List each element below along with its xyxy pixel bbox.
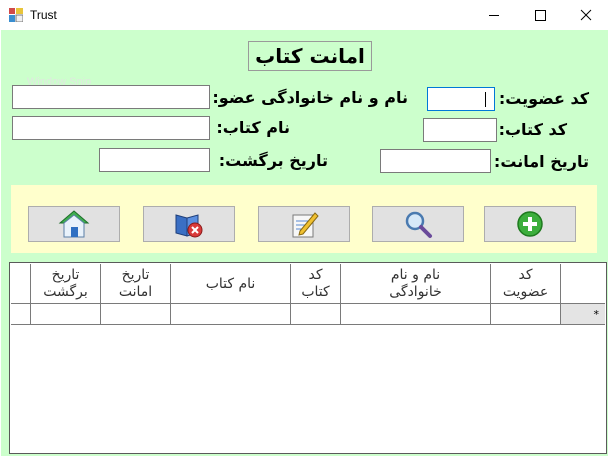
book-code-label: کد کتاب: <box>498 120 567 139</box>
app-icon <box>9 8 23 22</box>
loan-date-input[interactable] <box>380 149 491 173</box>
return-date-input[interactable] <box>99 148 210 172</box>
delete-book-icon <box>175 214 203 238</box>
col-header-return-date[interactable]: تاریخ برگشت <box>31 264 101 304</box>
return-date-label: تاریخ برگشت: <box>218 151 328 170</box>
minimize-button[interactable] <box>471 0 517 30</box>
grid-cell[interactable] <box>101 304 171 325</box>
page-title: امانت کتاب <box>248 41 372 71</box>
edit-button[interactable] <box>258 206 350 242</box>
home-button[interactable] <box>28 206 120 242</box>
grid-cell[interactable] <box>341 304 491 325</box>
member-name-label: نام و نام خانوادگی عضو: <box>212 88 408 107</box>
minimize-icon <box>489 15 499 16</box>
member-code-label: کد عضویت: <box>498 89 589 108</box>
add-button[interactable] <box>484 206 576 242</box>
loans-grid[interactable]: تاریخ برگشت تاریخ امانت نام کتاب کد کتاب… <box>9 262 607 454</box>
col-header-member-code[interactable]: کد عضویت <box>491 264 561 304</box>
close-button[interactable] <box>563 0 609 30</box>
grid-corner-cell <box>11 264 31 304</box>
search-button[interactable] <box>372 206 464 242</box>
col-header-book-code[interactable]: کد کتاب <box>291 264 341 304</box>
window-title: Trust <box>30 8 57 22</box>
grid-cell[interactable] <box>291 304 341 325</box>
book-name-label: نام کتاب: <box>216 118 290 137</box>
member-name-input[interactable] <box>12 85 210 109</box>
member-code-input[interactable] <box>427 87 495 111</box>
home-icon <box>58 210 90 238</box>
close-icon <box>580 9 592 21</box>
book-code-input[interactable] <box>423 118 497 142</box>
search-icon <box>405 211 432 238</box>
add-icon <box>517 211 543 237</box>
col-header-member-name[interactable]: نام و نام خانوادگی <box>341 264 491 304</box>
col-header-book-name[interactable]: نام کتاب <box>171 264 291 304</box>
grid-cell[interactable] <box>491 304 561 325</box>
grid-cell[interactable] <box>31 304 101 325</box>
text-caret <box>485 92 486 107</box>
loan-date-label: تاریخ امانت: <box>493 152 589 171</box>
row-corner-cell <box>11 304 31 325</box>
row-header-column <box>561 264 605 304</box>
form-client-area: امانت کتاب Window Snip کد عضویت: نام و ن… <box>1 30 608 456</box>
toolbar-panel <box>11 185 597 253</box>
title-bar[interactable]: Trust <box>0 0 609 30</box>
maximize-button[interactable] <box>517 0 563 30</box>
maximize-icon <box>535 10 546 21</box>
col-header-loan-date[interactable]: تاریخ امانت <box>101 264 171 304</box>
grid-cell[interactable] <box>171 304 291 325</box>
edit-icon <box>292 212 319 238</box>
new-row-header[interactable]: * <box>561 304 605 325</box>
delete-book-button[interactable] <box>143 206 235 242</box>
book-name-input[interactable] <box>12 116 210 140</box>
